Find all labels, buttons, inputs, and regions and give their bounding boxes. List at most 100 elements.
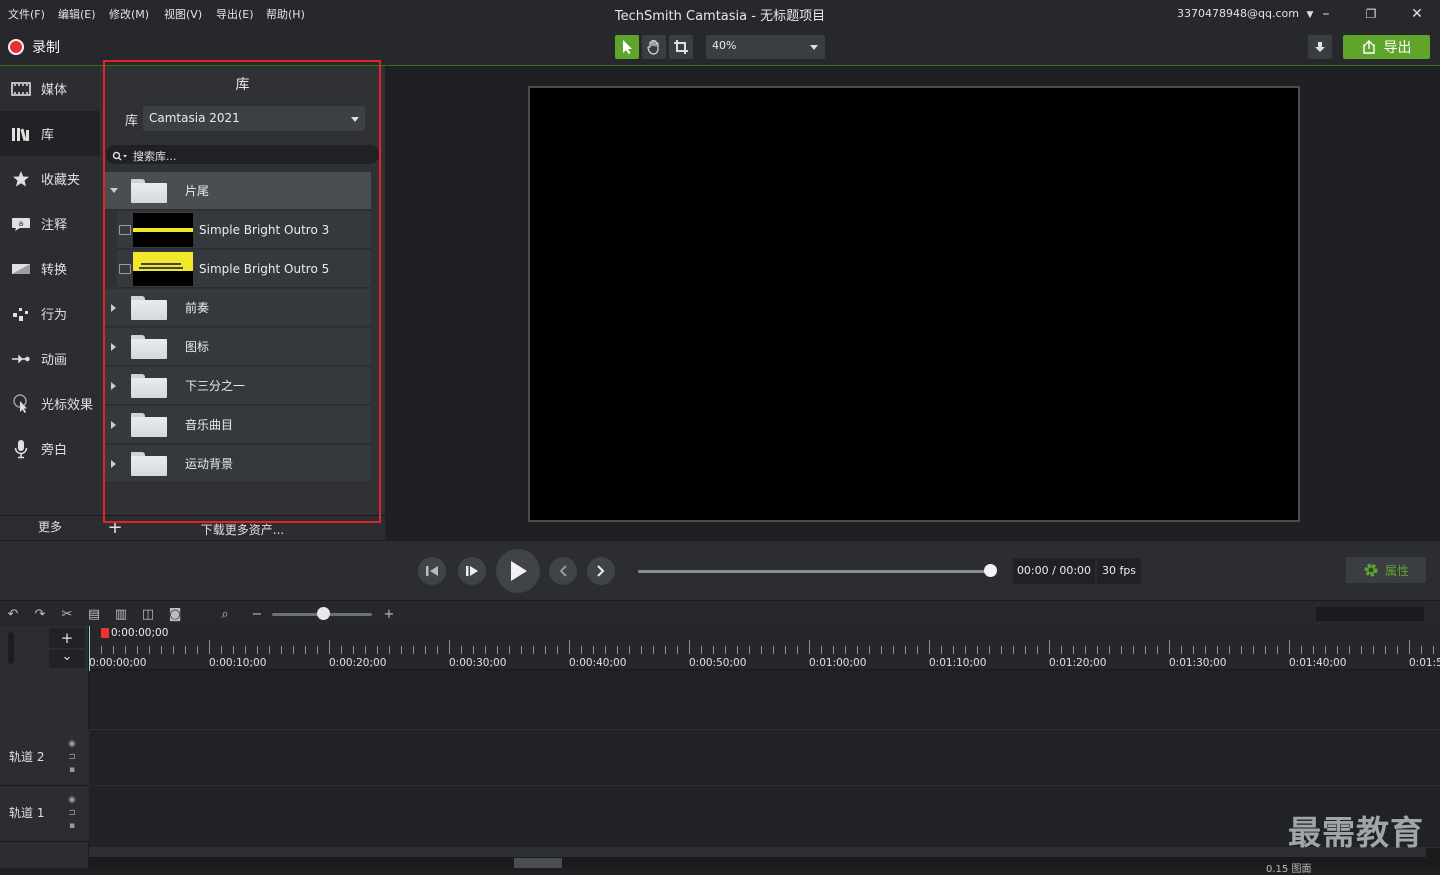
library-search-input[interactable]: 搜索库... bbox=[106, 145, 379, 164]
zoom-dropdown[interactable]: 40% bbox=[706, 35, 825, 59]
minimize-button[interactable]: – bbox=[1316, 4, 1336, 24]
menu-modify[interactable]: 修改(M) bbox=[109, 6, 149, 22]
tick-label: 0:00:00;00 bbox=[89, 657, 147, 669]
split-icon[interactable]: ◫ bbox=[140, 606, 156, 622]
library-folder-row[interactable]: 音乐曲目 bbox=[105, 406, 371, 444]
nav-label: 注释 bbox=[41, 218, 68, 233]
panel-title: 库 bbox=[235, 77, 250, 93]
zoom-in-icon[interactable]: + bbox=[381, 606, 397, 622]
eye-icon[interactable]: ◉ bbox=[68, 795, 76, 805]
nav-item-animations[interactable]: 动画 bbox=[0, 336, 100, 381]
track-2-lane[interactable] bbox=[89, 730, 1440, 786]
tick-label: 0:00:10;00 bbox=[209, 657, 267, 669]
play-button[interactable] bbox=[496, 549, 540, 593]
zoom-search-icon[interactable]: ⌕ bbox=[217, 606, 233, 622]
export-button[interactable]: 导出 bbox=[1343, 35, 1430, 59]
nav-item-voice-narration[interactable]: 旁白 bbox=[0, 426, 100, 471]
previous-marker-button[interactable] bbox=[549, 557, 577, 585]
record-button[interactable]: 录制 bbox=[8, 37, 60, 57]
more-button[interactable]: 更多 bbox=[0, 515, 100, 540]
timeline-overview[interactable] bbox=[1316, 607, 1424, 621]
tick-label: 0:01:40;00 bbox=[1289, 657, 1347, 669]
tick-label: 0:01:10;00 bbox=[929, 657, 987, 669]
timeline-horizontal-scrollbar[interactable] bbox=[89, 848, 1440, 868]
select-tool-button[interactable] bbox=[615, 35, 639, 59]
zoom-out-icon[interactable]: − bbox=[249, 606, 265, 622]
menu-help[interactable]: 帮助(H) bbox=[266, 6, 305, 22]
library-asset-row[interactable]: Simple Bright Outro 3 bbox=[117, 211, 371, 249]
undo-icon[interactable]: ↶ bbox=[5, 606, 21, 622]
close-button[interactable]: ✕ bbox=[1407, 4, 1427, 24]
tick-label: 0:01:30;00 bbox=[1169, 657, 1227, 669]
library-dropdown[interactable]: Camtasia 2021 bbox=[143, 106, 365, 131]
collapse-tracks-button[interactable]: ⌄ bbox=[49, 650, 85, 668]
collapse-arrow-icon[interactable] bbox=[105, 187, 123, 194]
folder-name: 运动背景 bbox=[185, 457, 234, 471]
add-track-button[interactable]: + bbox=[49, 628, 85, 648]
properties-button[interactable]: 属性 bbox=[1346, 557, 1426, 583]
tick-label: 0:00:20;00 bbox=[329, 657, 387, 669]
expand-arrow-icon[interactable] bbox=[105, 303, 123, 312]
timeline-empty-area[interactable] bbox=[89, 671, 1440, 730]
account-menu[interactable]: 3370478948@qq.com ▼ bbox=[1177, 7, 1313, 20]
expand-arrow-icon[interactable] bbox=[105, 342, 123, 351]
nav-label: 旁白 bbox=[41, 443, 68, 458]
asset-name: Simple Bright Outro 3 bbox=[199, 222, 330, 237]
pan-tool-button[interactable] bbox=[642, 35, 666, 59]
library-folder-row[interactable]: 图标 bbox=[105, 328, 371, 366]
library-folder-row[interactable]: 前奏 bbox=[105, 289, 371, 327]
eye-icon[interactable]: ◉ bbox=[68, 739, 76, 749]
menu-file[interactable]: 文件(F) bbox=[8, 6, 45, 22]
nav-item-cursor-effects[interactable]: 光标效果 bbox=[0, 381, 100, 426]
padlock-icon[interactable]: ▪ bbox=[69, 821, 75, 831]
scrollbar-thumb[interactable] bbox=[514, 858, 562, 868]
expand-arrow-icon[interactable] bbox=[105, 420, 123, 429]
gear-icon bbox=[1364, 563, 1378, 577]
expand-arrow-icon[interactable] bbox=[105, 381, 123, 390]
folder-name: 下三分之一 bbox=[185, 379, 246, 393]
menu-edit[interactable]: 编辑(E) bbox=[58, 6, 96, 22]
track-height-slider[interactable] bbox=[8, 632, 14, 664]
paste-icon[interactable]: ▥ bbox=[113, 606, 129, 622]
voice-narration-icon bbox=[11, 439, 31, 459]
track-header-column: + ⌄ 轨道 2 ◉ ⊐ ▪ 轨道 1 ◉ ⊐ ▪ bbox=[0, 626, 89, 868]
track-1-lane[interactable] bbox=[89, 786, 1440, 848]
download-more-assets-link[interactable]: 下载更多资产... bbox=[100, 521, 385, 538]
snapshot-icon[interactable]: ◙ bbox=[167, 606, 183, 622]
crop-tool-button[interactable] bbox=[669, 35, 693, 59]
share-export-icon bbox=[1362, 40, 1375, 54]
lock-icon[interactable]: ⊐ bbox=[68, 808, 76, 818]
nav-item-annotations[interactable]: a 注释 bbox=[0, 201, 100, 246]
track-name: 轨道 2 bbox=[9, 750, 45, 764]
copy-icon[interactable]: ▤ bbox=[86, 606, 102, 622]
scroll-track[interactable] bbox=[89, 848, 1426, 857]
nav-item-behaviors[interactable]: 行为 bbox=[0, 291, 100, 336]
restore-button[interactable]: ❐ bbox=[1361, 4, 1381, 24]
next-marker-button[interactable] bbox=[587, 557, 615, 585]
scrubber-handle[interactable] bbox=[984, 564, 997, 577]
nav-item-media[interactable]: 媒体 bbox=[0, 66, 100, 111]
lock-icon[interactable]: ⊐ bbox=[68, 752, 76, 762]
search-placeholder: 搜索库... bbox=[133, 149, 177, 163]
step-back-button[interactable] bbox=[418, 557, 446, 585]
nav-item-transitions[interactable]: 转换 bbox=[0, 246, 100, 291]
download-button[interactable] bbox=[1308, 35, 1332, 59]
playback-scrubber[interactable] bbox=[638, 570, 994, 573]
library-folder-row[interactable]: 片尾 bbox=[105, 172, 371, 210]
menu-export[interactable]: 导出(E) bbox=[216, 6, 254, 22]
nav-item-library[interactable]: 库 bbox=[0, 111, 100, 156]
padlock-icon[interactable]: ▪ bbox=[69, 765, 75, 775]
library-folder-row[interactable]: 下三分之一 bbox=[105, 367, 371, 405]
cut-icon[interactable]: ✂ bbox=[59, 606, 75, 622]
video-preview-canvas[interactable] bbox=[528, 86, 1300, 522]
step-forward-button[interactable] bbox=[458, 557, 486, 585]
timeline-ruler[interactable]: 0:00:00;00 0:00:00;00 0:00:10;00 0:00:20… bbox=[89, 626, 1440, 670]
library-folder-row[interactable]: 运动背景 bbox=[105, 445, 371, 483]
timeline-zoom-handle[interactable] bbox=[317, 607, 330, 620]
menu-view[interactable]: 视图(V) bbox=[164, 6, 202, 22]
expand-arrow-icon[interactable] bbox=[105, 459, 123, 468]
library-asset-row[interactable]: Simple Bright Outro 5 bbox=[117, 250, 371, 288]
library-footer: + 下载更多资产... bbox=[100, 515, 385, 540]
redo-icon[interactable]: ↷ bbox=[32, 606, 48, 622]
nav-item-favorites[interactable]: 收藏夹 bbox=[0, 156, 100, 201]
